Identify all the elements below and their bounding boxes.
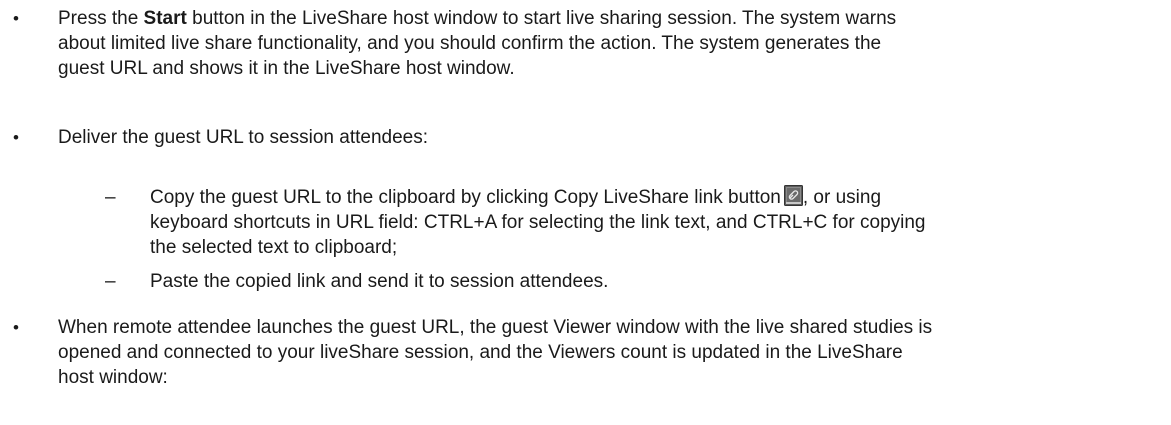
text-line: host window: [58,367,168,388]
sub-text: Copy the guest URL to the clipboard by c… [150,185,1150,260]
text-line: Paste the copied link and send it to ses… [150,271,609,292]
start-emphasis: Start [143,8,187,29]
text-segment: Copy the guest URL to the clipboard by c… [150,187,781,208]
text-segment: , or using [802,187,882,208]
text-line: Press the Start button in the LiveShare … [58,6,1158,31]
copy-liveshare-link-icon [783,185,803,206]
text-line: When remote attendee launches the guest … [58,317,933,338]
bullet-text: Press the Start button in the LiveShare … [58,6,1158,81]
text-segment: Press the [58,8,144,29]
sub-text: Paste the copied link and send it to ses… [150,269,1150,294]
text-segment: button in the LiveShare host window to s… [186,8,897,29]
text-line: about limited live share functionality, … [58,33,882,54]
text-line: Deliver the guest URL to session attende… [58,127,428,148]
bullet-text: When remote attendee launches the guest … [58,315,1158,390]
text-line: Copy the guest URL to the clipboard by c… [150,185,1150,210]
bullet-marker: • [13,128,19,147]
bullet-text: Deliver the guest URL to session attende… [58,125,1158,150]
text-line: the selected text to clipboard; [150,237,398,258]
text-line: guest URL and shows it in the LiveShare … [58,58,515,79]
bullet-marker: • [13,318,19,337]
bullet-marker: • [13,9,19,28]
dash-marker: – [105,187,116,208]
text-line: opened and connected to your liveShare s… [58,342,903,363]
text-line: keyboard shortcuts in URL field: CTRL+A … [150,212,926,233]
dash-marker: – [105,271,116,292]
